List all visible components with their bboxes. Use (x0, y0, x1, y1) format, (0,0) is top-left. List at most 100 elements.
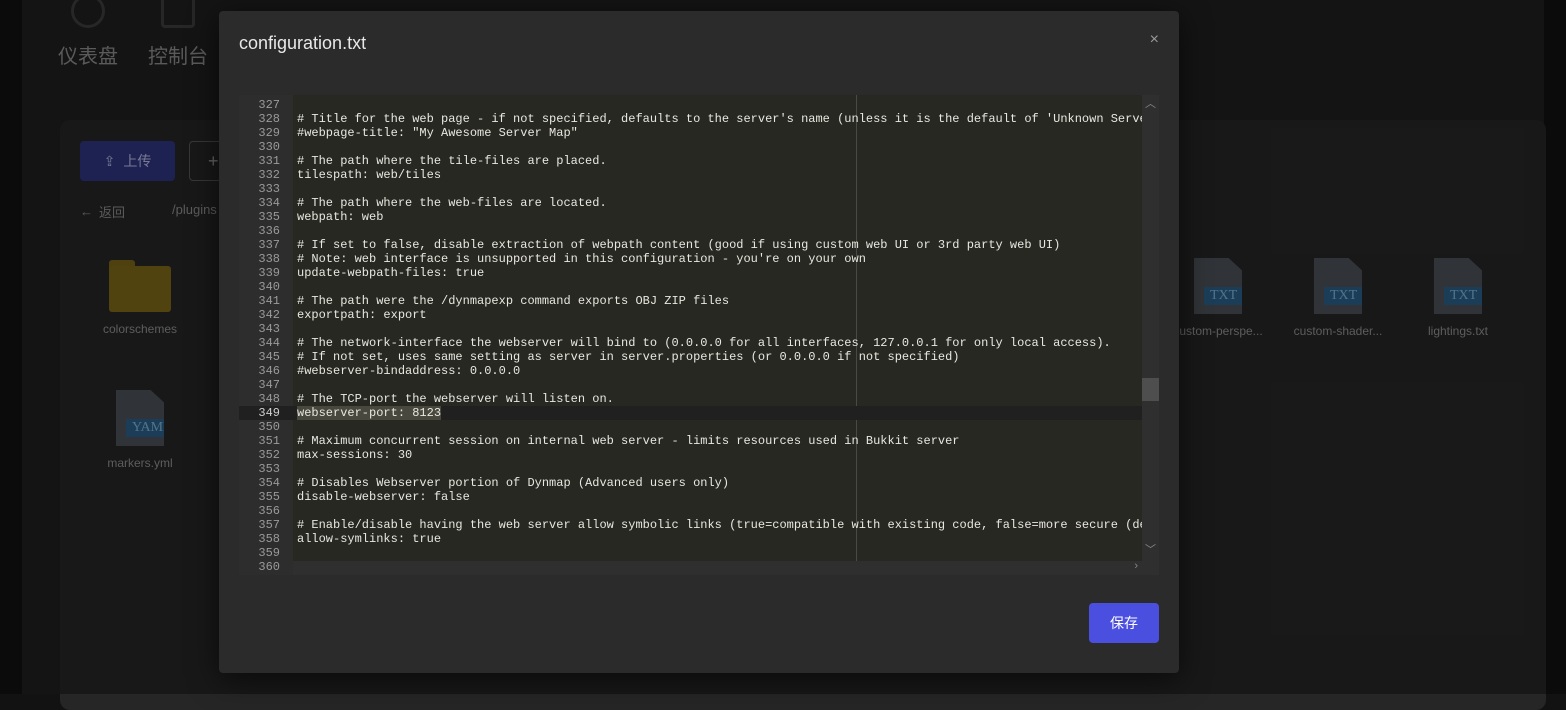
save-button[interactable]: 保存 (1089, 603, 1159, 643)
code-line[interactable]: 332 tilespath: web/tiles (239, 168, 1159, 182)
code-line[interactable]: 333 (239, 182, 1159, 196)
line-text: disable-webserver: false (297, 490, 470, 504)
code-line[interactable]: 352 max-sessions: 30 (239, 448, 1159, 462)
line-number: 335 (258, 210, 280, 224)
line-number: 352 (258, 448, 280, 462)
code-line[interactable]: 344 # The network-interface the webserver… (239, 336, 1159, 350)
line-text: # The TCP-port the webserver will listen… (297, 392, 614, 406)
chevron-up-icon[interactable]: ︿ (1142, 95, 1159, 111)
code-editor[interactable]: 327 328 # Title for the web page - if not … (239, 95, 1159, 575)
line-text: webpath: web (297, 210, 384, 224)
line-number: 358 (258, 532, 280, 546)
line-text: #webpage-title: "My Awesome Server Map" (297, 126, 578, 140)
line-number: 344 (258, 336, 280, 350)
line-number: 345 (258, 350, 280, 364)
line-number: 354 (258, 476, 280, 490)
line-number: 333 (258, 182, 280, 196)
code-line[interactable]: 329 #webpage-title: "My Awesome Server Ma… (239, 126, 1159, 140)
line-number: 350 (258, 420, 280, 434)
code-line[interactable]: 357 # Enable/disable having the web serve… (239, 518, 1159, 532)
file-editor-dialog: configuration.txt × 327 328 # Title for th… (219, 11, 1179, 673)
line-text: # If not set, uses same setting as serve… (297, 350, 960, 364)
line-text: # The path where the web-files are locat… (297, 196, 607, 210)
line-text: webserver-port: 8123 (297, 406, 442, 420)
code-line[interactable]: 350 (239, 420, 1159, 434)
line-text: # Enable/disable having the web server a… (297, 518, 1159, 532)
code-line[interactable]: 335 webpath: web (239, 210, 1159, 224)
code-line[interactable]: 347 (239, 378, 1159, 392)
line-number: 337 (258, 238, 280, 252)
line-number: 343 (258, 322, 280, 336)
code-line[interactable]: 327 (239, 98, 1159, 112)
line-text: update-webpath-files: true (297, 266, 485, 280)
line-number: 360 (258, 560, 280, 574)
code-line[interactable]: 343 (239, 322, 1159, 336)
line-number: 357 (258, 518, 280, 532)
line-number: 355 (258, 490, 280, 504)
line-text: tilespath: web/tiles (297, 168, 442, 182)
line-number: 328 (258, 112, 280, 126)
line-number: 359 (258, 546, 280, 560)
code-line[interactable]: 358 allow-symlinks: true (239, 532, 1159, 546)
code-line[interactable]: 348 # The TCP-port the webserver will lis… (239, 392, 1159, 406)
code-line[interactable]: 356 (239, 504, 1159, 518)
line-number: 349 (258, 406, 280, 420)
line-text: # Disables Webserver portion of Dynmap (… (297, 476, 730, 490)
code-line[interactable]: 342 exportpath: export (239, 308, 1159, 322)
line-number: 340 (258, 280, 280, 294)
code-line[interactable]: 331 # The path where the tile-files are p… (239, 154, 1159, 168)
line-number: 356 (258, 504, 280, 518)
code-line[interactable]: 355 disable-webserver: false (239, 490, 1159, 504)
line-number: 336 (258, 224, 280, 238)
code-line[interactable]: 341 # The path were the /dynmapexp comman… (239, 294, 1159, 308)
code-line[interactable]: 339 update-webpath-files: true (239, 266, 1159, 280)
line-text: max-sessions: 30 (297, 448, 413, 462)
line-text: # The path were the /dynmapexp command e… (297, 294, 730, 308)
line-text: # Title for the web page - if not specif… (297, 112, 1159, 126)
line-number: 341 (258, 294, 280, 308)
scrollbar-thumb[interactable] (1142, 378, 1159, 401)
line-text: allow-symlinks: true (297, 532, 442, 546)
line-number: 342 (258, 308, 280, 322)
line-number: 327 (258, 98, 280, 112)
code-line[interactable]: 337 # If set to false, disable extraction… (239, 238, 1159, 252)
line-number: 331 (258, 154, 280, 168)
line-number: 330 (258, 140, 280, 154)
line-text: # The path where the tile-files are plac… (297, 154, 607, 168)
code-line[interactable]: 354 # Disables Webserver portion of Dynma… (239, 476, 1159, 490)
line-number: 353 (258, 462, 280, 476)
code-line[interactable]: 359 (239, 546, 1159, 560)
line-number: 339 (258, 266, 280, 280)
line-number: 332 (258, 168, 280, 182)
line-text: # Note: web interface is unsupported in … (297, 252, 866, 266)
line-number: 347 (258, 378, 280, 392)
code-line[interactable]: 338 # Note: web interface is unsupported … (239, 252, 1159, 266)
code-line[interactable]: 351 # Maximum concurrent session on inter… (239, 434, 1159, 448)
line-number: 329 (258, 126, 280, 140)
line-number: 346 (258, 364, 280, 378)
chevron-right-icon[interactable]: › (1134, 560, 1138, 572)
line-text: #webserver-bindaddress: 0.0.0.0 (297, 364, 521, 378)
line-number: 348 (258, 392, 280, 406)
code-line[interactable]: 346 #webserver-bindaddress: 0.0.0.0 (239, 364, 1159, 378)
line-text: # Maximum concurrent session on internal… (297, 434, 960, 448)
code-line[interactable]: 345 # If not set, uses same setting as se… (239, 350, 1159, 364)
code-line[interactable]: 334 # The path where the web-files are lo… (239, 196, 1159, 210)
vertical-scrollbar[interactable]: ︿ ﹀ (1142, 95, 1159, 575)
line-number: 351 (258, 434, 280, 448)
line-text: exportpath: export (297, 308, 427, 322)
line-number: 338 (258, 252, 280, 266)
dialog-title: configuration.txt (239, 33, 367, 53)
line-text: # If set to false, disable extraction of… (297, 238, 1061, 252)
code-line[interactable]: 330 (239, 140, 1159, 154)
code-line[interactable]: 349 webserver-port: 8123 (239, 406, 1159, 420)
chevron-down-icon[interactable]: ﹀ (1142, 541, 1159, 557)
code-line[interactable]: 340 (239, 280, 1159, 294)
line-number: 334 (258, 196, 280, 210)
close-icon[interactable]: × (1150, 31, 1159, 49)
code-line[interactable]: 336 (239, 224, 1159, 238)
code-line[interactable]: 353 (239, 462, 1159, 476)
horizontal-scrollbar[interactable]: › (293, 560, 1142, 575)
code-line[interactable]: 328 # Title for the web page - if not spe… (239, 112, 1159, 126)
line-text: # The network-interface the webserver wi… (297, 336, 1111, 350)
